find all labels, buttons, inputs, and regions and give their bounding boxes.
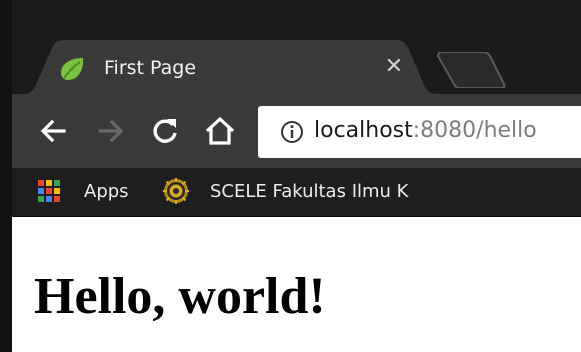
new-tab-button[interactable]: [436, 52, 506, 88]
address-bar[interactable]: localhost:8080/hello: [258, 106, 581, 158]
bookmarks-bar: Apps SCELE Fakultas Ilmu K: [0, 168, 581, 217]
url-text[interactable]: localhost:8080/hello: [314, 118, 537, 143]
university-seal-icon: [163, 178, 189, 204]
reload-button[interactable]: [146, 94, 184, 168]
tab-strip: First Page ✕: [0, 0, 581, 94]
page-heading: Hello, world!: [34, 268, 326, 325]
bookmark-apps-label[interactable]: Apps: [84, 181, 129, 202]
url-path: :8080/hello: [412, 118, 537, 143]
tab-first-page[interactable]: First Page ✕: [22, 40, 438, 94]
back-button[interactable]: [34, 94, 72, 168]
reload-icon: [153, 119, 177, 143]
back-arrow-icon: [40, 119, 66, 143]
url-host: localhost: [314, 118, 413, 143]
forward-button[interactable]: [92, 94, 130, 168]
window-frame-left: [0, 0, 12, 352]
apps-grid-icon: [38, 180, 60, 202]
forward-arrow-icon: [98, 119, 124, 143]
home-icon: [205, 116, 235, 145]
browser-window: First Page ✕ localhost:8080/hello Apps S…: [0, 0, 581, 352]
tab-title: First Page: [104, 57, 197, 79]
close-icon[interactable]: ✕: [382, 55, 406, 79]
page-content: Hello, world!: [12, 217, 581, 352]
home-button[interactable]: [200, 94, 240, 168]
spring-leaf-icon: [61, 58, 84, 80]
bookmark-scele-label[interactable]: SCELE Fakultas Ilmu K: [210, 181, 440, 202]
info-icon[interactable]: [280, 120, 304, 144]
